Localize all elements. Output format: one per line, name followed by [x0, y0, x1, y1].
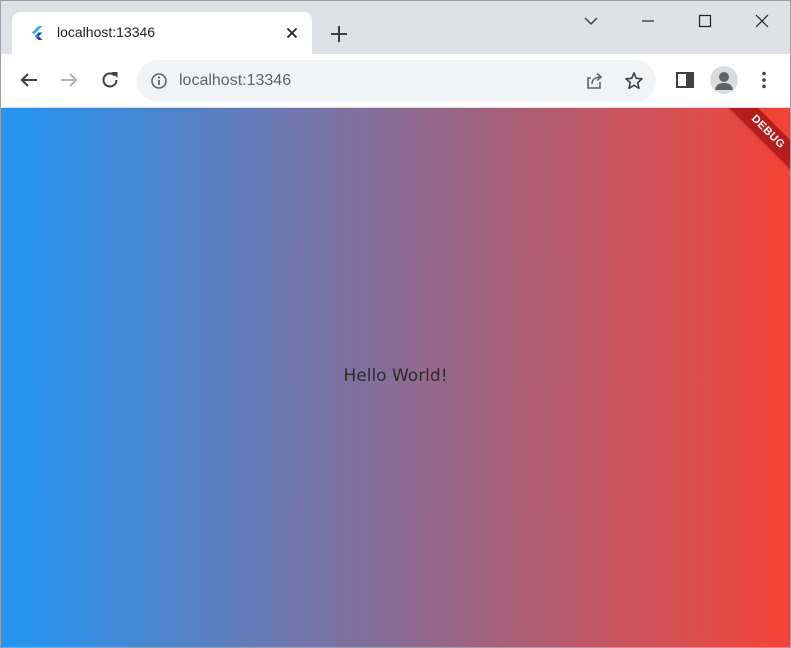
tab-title: localhost:13346 — [57, 24, 156, 40]
plus-icon — [331, 26, 347, 42]
hello-text: Hello World! — [343, 366, 448, 386]
reload-icon — [102, 72, 118, 88]
close-icon — [755, 14, 769, 28]
tab-strip: localhost:13346 — [1, 1, 790, 54]
browser-tab[interactable]: localhost:13346 — [12, 12, 312, 54]
maximize-icon — [698, 14, 712, 28]
back-button[interactable] — [17, 68, 41, 92]
side-panel-icon — [676, 72, 694, 88]
arrow-left-icon — [20, 73, 37, 87]
maximize-button[interactable] — [693, 9, 717, 33]
flutter-icon — [29, 25, 45, 41]
address-bar[interactable]: localhost:13346 — [137, 60, 656, 102]
reload-button[interactable] — [98, 68, 122, 92]
minimize-icon — [642, 20, 654, 22]
arrow-right-icon — [61, 73, 78, 87]
kebab-menu-icon[interactable] — [752, 68, 776, 92]
close-window-button[interactable] — [750, 9, 774, 33]
tab-close-icon[interactable] — [282, 23, 302, 43]
browser-toolbar: localhost:13346 — [1, 54, 790, 108]
browser-window: localhost:13346 localhost:13346 Hello Wo… — [0, 0, 791, 648]
debug-banner: DEBUG — [718, 108, 790, 182]
avatar-icon[interactable] — [710, 66, 738, 94]
share-icon[interactable] — [584, 71, 604, 91]
minimize-button[interactable] — [636, 9, 660, 33]
forward-button[interactable] — [57, 68, 81, 92]
chevron-down-icon — [584, 17, 598, 26]
star-icon[interactable] — [624, 71, 644, 91]
new-tab-button[interactable] — [327, 22, 351, 46]
side-panel-button[interactable] — [673, 68, 697, 92]
url-text[interactable]: localhost:13346 — [179, 72, 291, 90]
tab-search-button[interactable] — [579, 9, 603, 33]
flutter-app-canvas: Hello World! DEBUG — [1, 108, 790, 647]
info-icon[interactable] — [150, 72, 168, 90]
